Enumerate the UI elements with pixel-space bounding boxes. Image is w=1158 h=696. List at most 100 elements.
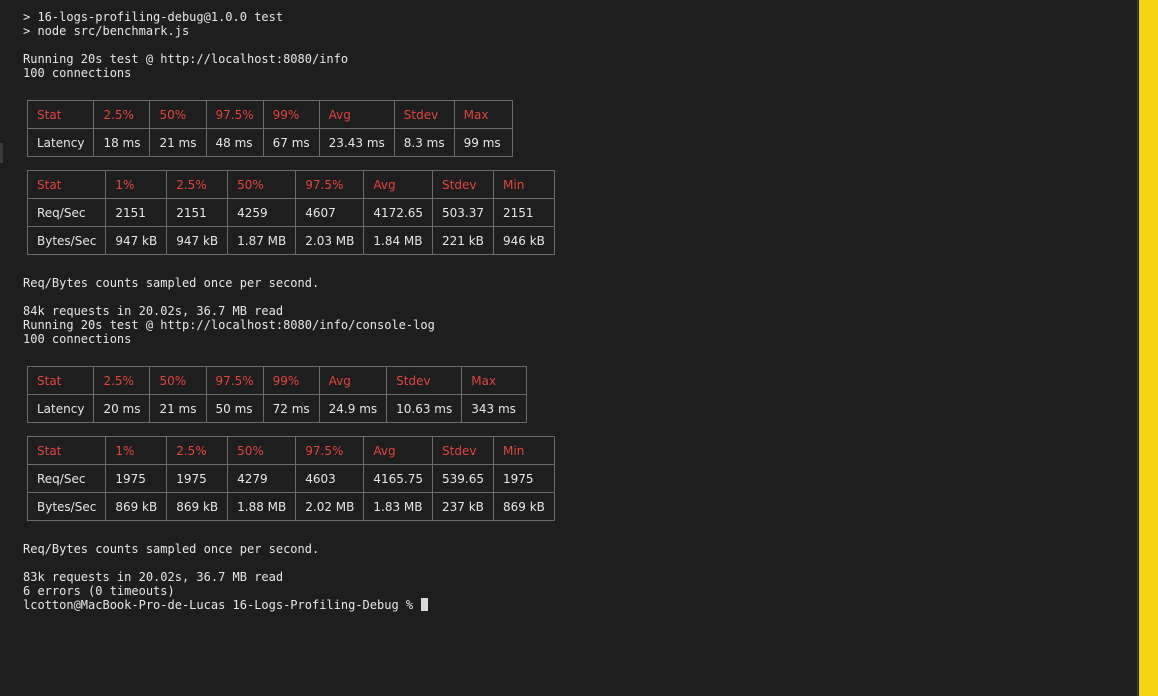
header-cell: Stdev <box>432 170 495 199</box>
table-cell: 21 ms <box>149 128 207 157</box>
table-cell: Latency <box>26 394 95 423</box>
header-cell: Stdev <box>386 366 463 395</box>
table-cell: Req/Sec <box>26 464 107 493</box>
table-cell: Latency <box>26 128 95 157</box>
table-cell: 4603 <box>295 464 365 493</box>
run2-errors-line: 6 errors (0 timeouts) <box>23 584 175 598</box>
table-cell: 2.03 MB <box>295 226 365 255</box>
header-cell: Stdev <box>432 436 495 465</box>
table-cell: 2.02 MB <box>295 492 365 521</box>
header-cell: 99% <box>262 366 320 395</box>
table-cell: 869 kB <box>166 492 229 521</box>
run1-latency-table: Stat 2.5% 50% 97.5% 99% Avg Stdev Max La… <box>26 100 514 157</box>
header-cell: 1% <box>105 436 168 465</box>
table-cell: 237 kB <box>432 492 495 521</box>
text-cursor <box>421 598 429 611</box>
table-cell: 2151 <box>493 198 555 227</box>
header-cell: 97.5% <box>295 436 365 465</box>
header-cell: Stat <box>26 436 107 465</box>
header-cell: 99% <box>262 100 320 129</box>
header-cell: 2.5% <box>166 170 229 199</box>
header-cell: 97.5% <box>205 100 264 129</box>
table-cell: 1.83 MB <box>363 492 434 521</box>
table-header-row: Stat 1% 2.5% 50% 97.5% Avg Stdev Min <box>26 170 555 199</box>
header-cell: Stat <box>26 100 95 129</box>
header-cell: Min <box>493 436 555 465</box>
table-cell: 4279 <box>227 464 297 493</box>
npm-command-line: > node src/benchmark.js <box>23 24 190 38</box>
header-cell: Stat <box>26 366 95 395</box>
gutter-marker <box>0 143 3 163</box>
header-cell: Max <box>461 366 528 395</box>
run2-summary-line: 83k requests in 20.02s, 36.7 MB read <box>23 570 284 584</box>
terminal-output[interactable]: > 16-logs-profiling-debug@1.0.0 test > n… <box>0 0 1138 696</box>
header-cell: Stat <box>26 170 107 199</box>
table-cell: 18 ms <box>93 128 151 157</box>
table-cell: 539.65 <box>432 464 495 493</box>
table-cell: 72 ms <box>262 394 320 423</box>
table-row: Latency 18 ms 21 ms 48 ms 67 ms 23.43 ms… <box>26 128 514 157</box>
header-cell: Min <box>493 170 555 199</box>
run2-test-line: Running 20s test @ http://localhost:8080… <box>23 318 435 332</box>
run2-connections-line: 100 connections <box>23 332 132 346</box>
table-cell: 67 ms <box>262 128 320 157</box>
table-cell: 23.43 ms <box>318 128 395 157</box>
table-cell: 4165.75 <box>363 464 434 493</box>
pane-divider <box>1137 0 1138 696</box>
run1-test-line: Running 20s test @ http://localhost:8080… <box>23 52 349 66</box>
table-row: Req/Sec 1975 1975 4279 4603 4165.75 539.… <box>26 464 555 493</box>
header-cell: Avg <box>318 366 388 395</box>
header-cell: 50% <box>227 170 297 199</box>
table-cell: 343 ms <box>461 394 528 423</box>
table-cell: 221 kB <box>432 226 495 255</box>
run1-connections-line: 100 connections <box>23 66 132 80</box>
table-cell: Bytes/Sec <box>26 226 107 255</box>
run1-throughput-table: Stat 1% 2.5% 50% 97.5% Avg Stdev Min Req… <box>26 170 555 255</box>
run1-sampling-note: Req/Bytes counts sampled once per second… <box>23 276 320 290</box>
table-cell: 1975 <box>493 464 555 493</box>
table-cell: 1975 <box>105 464 168 493</box>
header-cell: 97.5% <box>295 170 365 199</box>
table-cell: Bytes/Sec <box>26 492 107 521</box>
table-cell: 1975 <box>166 464 229 493</box>
run1-summary-line: 84k requests in 20.02s, 36.7 MB read <box>23 304 284 318</box>
header-cell: Max <box>453 100 514 129</box>
table-cell: 4172.65 <box>363 198 434 227</box>
table-cell: 1.84 MB <box>363 226 434 255</box>
table-cell: 1.88 MB <box>227 492 297 521</box>
shell-prompt-line[interactable]: lcotton@MacBook-Pro-de-Lucas 16-Logs-Pro… <box>23 598 429 612</box>
table-cell: 99 ms <box>453 128 514 157</box>
header-cell: 2.5% <box>93 366 151 395</box>
table-cell: 4607 <box>295 198 365 227</box>
table-cell: 947 kB <box>166 226 229 255</box>
run2-latency-table: Stat 2.5% 50% 97.5% 99% Avg Stdev Max La… <box>26 366 528 423</box>
table-cell: 24.9 ms <box>318 394 388 423</box>
table-cell: 1.87 MB <box>227 226 297 255</box>
table-row: Req/Sec 2151 2151 4259 4607 4172.65 503.… <box>26 198 555 227</box>
npm-script-line: > 16-logs-profiling-debug@1.0.0 test <box>23 10 284 24</box>
table-header-row: Stat 2.5% 50% 97.5% 99% Avg Stdev Max <box>26 100 514 129</box>
table-cell: 946 kB <box>493 226 555 255</box>
header-cell: 50% <box>227 436 297 465</box>
table-cell: 50 ms <box>205 394 264 423</box>
table-cell: 48 ms <box>205 128 264 157</box>
table-cell: Req/Sec <box>26 198 107 227</box>
table-cell: 947 kB <box>105 226 168 255</box>
header-cell: Avg <box>363 170 434 199</box>
header-cell: 2.5% <box>166 436 229 465</box>
table-row: Bytes/Sec 869 kB 869 kB 1.88 MB 2.02 MB … <box>26 492 555 521</box>
table-cell: 21 ms <box>149 394 207 423</box>
header-cell: 2.5% <box>93 100 151 129</box>
table-cell: 503.37 <box>432 198 495 227</box>
run2-sampling-note: Req/Bytes counts sampled once per second… <box>23 542 320 556</box>
table-cell: 4259 <box>227 198 297 227</box>
table-row: Bytes/Sec 947 kB 947 kB 1.87 MB 2.03 MB … <box>26 226 555 255</box>
table-cell: 869 kB <box>493 492 555 521</box>
header-cell: 97.5% <box>205 366 264 395</box>
table-cell: 8.3 ms <box>393 128 455 157</box>
side-panel-strip <box>1139 0 1158 696</box>
header-cell: Avg <box>318 100 395 129</box>
table-header-row: Stat 2.5% 50% 97.5% 99% Avg Stdev Max <box>26 366 528 395</box>
table-header-row: Stat 1% 2.5% 50% 97.5% Avg Stdev Min <box>26 436 555 465</box>
table-cell: 10.63 ms <box>386 394 463 423</box>
